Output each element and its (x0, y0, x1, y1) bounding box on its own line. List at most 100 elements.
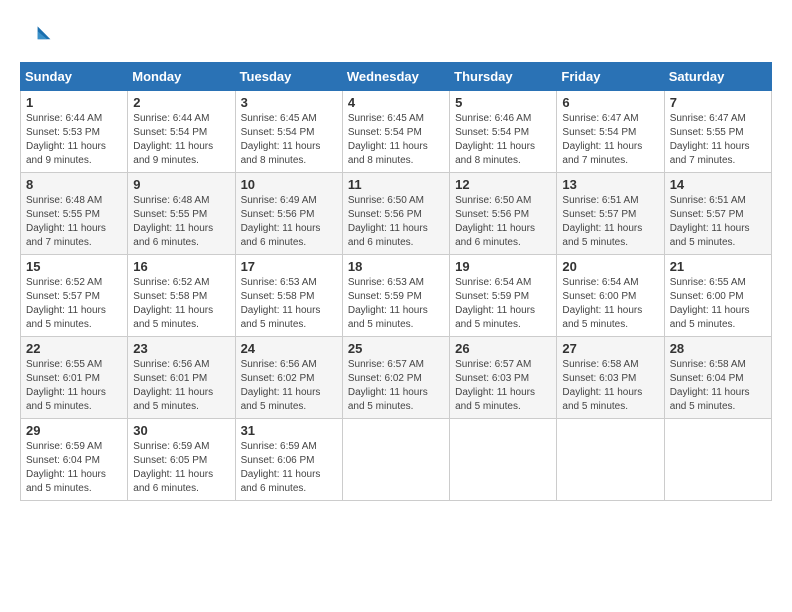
calendar-cell: 3 Sunrise: 6:45 AMSunset: 5:54 PMDaylight… (235, 91, 342, 173)
day-number: 31 (241, 423, 337, 438)
day-number: 8 (26, 177, 122, 192)
day-header-friday: Friday (557, 63, 664, 91)
day-info: Sunrise: 6:46 AMSunset: 5:54 PMDaylight:… (455, 112, 551, 168)
day-info: Sunrise: 6:55 AMSunset: 6:01 PMDaylight:… (26, 358, 122, 414)
day-info: Sunrise: 6:53 AMSunset: 5:59 PMDaylight:… (348, 276, 444, 332)
calendar-cell: 6 Sunrise: 6:47 AMSunset: 5:54 PMDaylight… (557, 91, 664, 173)
day-number: 5 (455, 95, 551, 110)
day-number: 1 (26, 95, 122, 110)
calendar-cell: 16 Sunrise: 6:52 AMSunset: 5:58 PMDayligh… (128, 255, 235, 337)
day-info: Sunrise: 6:51 AMSunset: 5:57 PMDaylight:… (670, 194, 766, 250)
day-header-tuesday: Tuesday (235, 63, 342, 91)
calendar-cell: 12Sunrise: 6:50 AMSunset: 5:56 PMDayligh… (450, 173, 557, 255)
calendar-cell: 28 Sunrise: 6:58 AMSunset: 6:04 PMDayligh… (664, 337, 771, 419)
day-info: Sunrise: 6:59 AMSunset: 6:04 PMDaylight:… (26, 440, 122, 496)
day-info: Sunrise: 6:51 AMSunset: 5:57 PMDaylight:… (562, 194, 658, 250)
day-info: Sunrise: 6:47 AMSunset: 5:55 PMDaylight:… (670, 112, 766, 168)
calendar-cell: 11 Sunrise: 6:50 AMSunset: 5:56 PMDayligh… (342, 173, 449, 255)
calendar-header-row: SundayMondayTuesdayWednesdayThursdayFrid… (21, 63, 772, 91)
day-info: Sunrise: 6:59 AMSunset: 6:06 PMDaylight:… (241, 440, 337, 496)
day-info: Sunrise: 6:57 AMSunset: 6:03 PMDaylight:… (455, 358, 551, 414)
day-info: Sunrise: 6:55 AMSunset: 6:00 PMDaylight:… (670, 276, 766, 332)
calendar-body: 1Sunrise: 6:44 AMSunset: 5:53 PMDaylight… (21, 91, 772, 501)
calendar-cell: 26 Sunrise: 6:57 AMSunset: 6:03 PMDayligh… (450, 337, 557, 419)
day-header-thursday: Thursday (450, 63, 557, 91)
calendar-cell: 23Sunrise: 6:56 AMSunset: 6:01 PMDayligh… (128, 337, 235, 419)
calendar-cell: 2 Sunrise: 6:44 AMSunset: 5:54 PMDaylight… (128, 91, 235, 173)
day-number: 27 (562, 341, 658, 356)
day-info: Sunrise: 6:50 AMSunset: 5:56 PMDaylight:… (348, 194, 444, 250)
day-info: Sunrise: 6:50 AMSunset: 5:56 PMDaylight:… (455, 194, 551, 250)
calendar-cell (450, 419, 557, 501)
calendar-cell: 4Sunrise: 6:45 AMSunset: 5:54 PMDaylight… (342, 91, 449, 173)
calendar-cell: 10Sunrise: 6:49 AMSunset: 5:56 PMDayligh… (235, 173, 342, 255)
day-number: 11 (348, 177, 444, 192)
calendar-week-row: 29 Sunrise: 6:59 AMSunset: 6:04 PMDayligh… (21, 419, 772, 501)
day-number: 26 (455, 341, 551, 356)
day-info: Sunrise: 6:45 AMSunset: 5:54 PMDaylight:… (241, 112, 337, 168)
logo (20, 20, 56, 52)
calendar-cell (557, 419, 664, 501)
day-number: 9 (133, 177, 229, 192)
day-info: Sunrise: 6:59 AMSunset: 6:05 PMDaylight:… (133, 440, 229, 496)
calendar-cell: 31 Sunrise: 6:59 AMSunset: 6:06 PMDayligh… (235, 419, 342, 501)
calendar-table: SundayMondayTuesdayWednesdayThursdayFrid… (20, 62, 772, 501)
day-number: 23 (133, 341, 229, 356)
day-number: 29 (26, 423, 122, 438)
calendar-week-row: 15 Sunrise: 6:52 AMSunset: 5:57 PMDayligh… (21, 255, 772, 337)
calendar-cell: 18Sunrise: 6:53 AMSunset: 5:59 PMDayligh… (342, 255, 449, 337)
calendar-cell: 1Sunrise: 6:44 AMSunset: 5:53 PMDaylight… (21, 91, 128, 173)
calendar-cell: 22 Sunrise: 6:55 AMSunset: 6:01 PMDayligh… (21, 337, 128, 419)
day-info: Sunrise: 6:52 AMSunset: 5:58 PMDaylight:… (133, 276, 229, 332)
day-number: 15 (26, 259, 122, 274)
calendar-cell: 9Sunrise: 6:48 AMSunset: 5:55 PMDaylight… (128, 173, 235, 255)
day-info: Sunrise: 6:48 AMSunset: 5:55 PMDaylight:… (26, 194, 122, 250)
day-number: 13 (562, 177, 658, 192)
day-info: Sunrise: 6:56 AMSunset: 6:02 PMDaylight:… (241, 358, 337, 414)
day-number: 2 (133, 95, 229, 110)
calendar-cell: 8 Sunrise: 6:48 AMSunset: 5:55 PMDaylight… (21, 173, 128, 255)
day-number: 16 (133, 259, 229, 274)
day-header-sunday: Sunday (21, 63, 128, 91)
day-header-monday: Monday (128, 63, 235, 91)
day-number: 6 (562, 95, 658, 110)
calendar-cell: 24Sunrise: 6:56 AMSunset: 6:02 PMDayligh… (235, 337, 342, 419)
calendar-cell: 19Sunrise: 6:54 AMSunset: 5:59 PMDayligh… (450, 255, 557, 337)
day-header-saturday: Saturday (664, 63, 771, 91)
calendar-cell: 20 Sunrise: 6:54 AMSunset: 6:00 PMDayligh… (557, 255, 664, 337)
calendar-cell: 21 Sunrise: 6:55 AMSunset: 6:00 PMDayligh… (664, 255, 771, 337)
logo-icon (20, 20, 52, 52)
day-number: 25 (348, 341, 444, 356)
calendar-cell: 7 Sunrise: 6:47 AMSunset: 5:55 PMDaylight… (664, 91, 771, 173)
day-info: Sunrise: 6:58 AMSunset: 6:03 PMDaylight:… (562, 358, 658, 414)
calendar-cell: 30 Sunrise: 6:59 AMSunset: 6:05 PMDayligh… (128, 419, 235, 501)
day-info: Sunrise: 6:49 AMSunset: 5:56 PMDaylight:… (241, 194, 337, 250)
day-info: Sunrise: 6:44 AMSunset: 5:54 PMDaylight:… (133, 112, 229, 168)
calendar-cell: 15 Sunrise: 6:52 AMSunset: 5:57 PMDayligh… (21, 255, 128, 337)
day-info: Sunrise: 6:52 AMSunset: 5:57 PMDaylight:… (26, 276, 122, 332)
day-info: Sunrise: 6:54 AMSunset: 6:00 PMDaylight:… (562, 276, 658, 332)
calendar-week-row: 8 Sunrise: 6:48 AMSunset: 5:55 PMDaylight… (21, 173, 772, 255)
calendar-cell: 27 Sunrise: 6:58 AMSunset: 6:03 PMDayligh… (557, 337, 664, 419)
calendar-week-row: 1Sunrise: 6:44 AMSunset: 5:53 PMDaylight… (21, 91, 772, 173)
day-info: Sunrise: 6:57 AMSunset: 6:02 PMDaylight:… (348, 358, 444, 414)
calendar-cell: 14 Sunrise: 6:51 AMSunset: 5:57 PMDayligh… (664, 173, 771, 255)
day-number: 30 (133, 423, 229, 438)
calendar-week-row: 22 Sunrise: 6:55 AMSunset: 6:01 PMDayligh… (21, 337, 772, 419)
day-number: 17 (241, 259, 337, 274)
day-number: 7 (670, 95, 766, 110)
calendar-cell: 25 Sunrise: 6:57 AMSunset: 6:02 PMDayligh… (342, 337, 449, 419)
day-info: Sunrise: 6:58 AMSunset: 6:04 PMDaylight:… (670, 358, 766, 414)
day-header-wednesday: Wednesday (342, 63, 449, 91)
day-number: 14 (670, 177, 766, 192)
day-number: 28 (670, 341, 766, 356)
day-number: 21 (670, 259, 766, 274)
day-info: Sunrise: 6:47 AMSunset: 5:54 PMDaylight:… (562, 112, 658, 168)
calendar-cell: 5 Sunrise: 6:46 AMSunset: 5:54 PMDaylight… (450, 91, 557, 173)
day-number: 22 (26, 341, 122, 356)
calendar-cell: 17Sunrise: 6:53 AMSunset: 5:58 PMDayligh… (235, 255, 342, 337)
calendar-cell: 13 Sunrise: 6:51 AMSunset: 5:57 PMDayligh… (557, 173, 664, 255)
day-number: 3 (241, 95, 337, 110)
calendar-cell (342, 419, 449, 501)
day-number: 20 (562, 259, 658, 274)
